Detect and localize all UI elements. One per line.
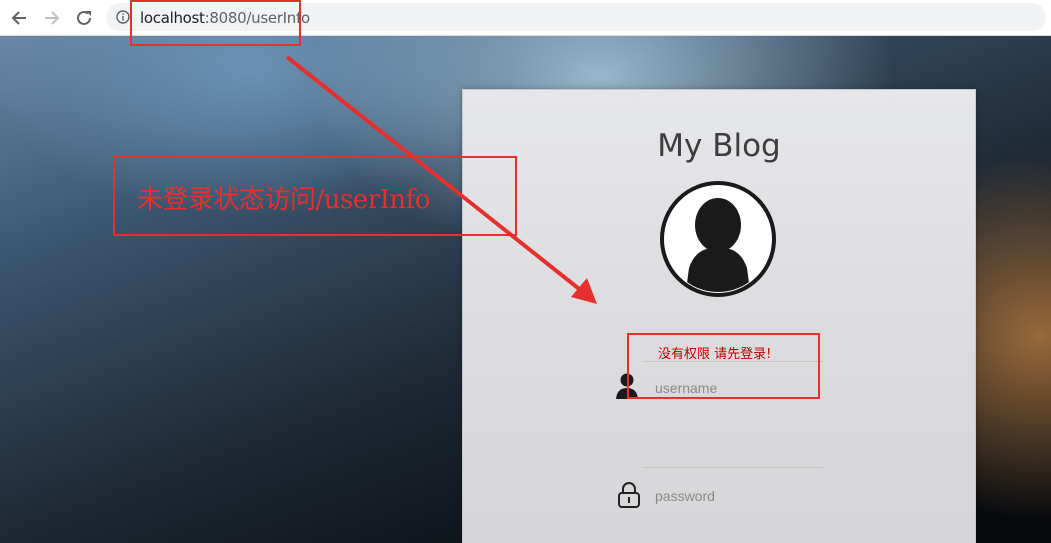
page-title: My Blog xyxy=(657,128,781,164)
reload-icon xyxy=(77,10,91,25)
lock-icon xyxy=(618,482,640,508)
arrow-left-icon xyxy=(11,11,26,25)
reload-button[interactable] xyxy=(73,7,95,29)
error-highlight-box xyxy=(627,333,820,399)
password-underline xyxy=(643,467,823,468)
password-input[interactable] xyxy=(655,486,815,506)
info-icon[interactable] xyxy=(116,10,130,24)
login-panel: My Blog 没有权限 请先登录! xyxy=(462,89,976,543)
forward-button[interactable] xyxy=(41,7,63,29)
arrow-right-icon xyxy=(45,11,60,25)
annotation-note: 未登录状态访问/userInfo xyxy=(137,185,430,215)
back-button[interactable] xyxy=(8,7,30,29)
page-background: My Blog 没有权限 请先登录! xyxy=(0,36,1051,543)
user-silhouette-icon xyxy=(660,181,776,297)
url-highlight-box xyxy=(130,0,301,46)
